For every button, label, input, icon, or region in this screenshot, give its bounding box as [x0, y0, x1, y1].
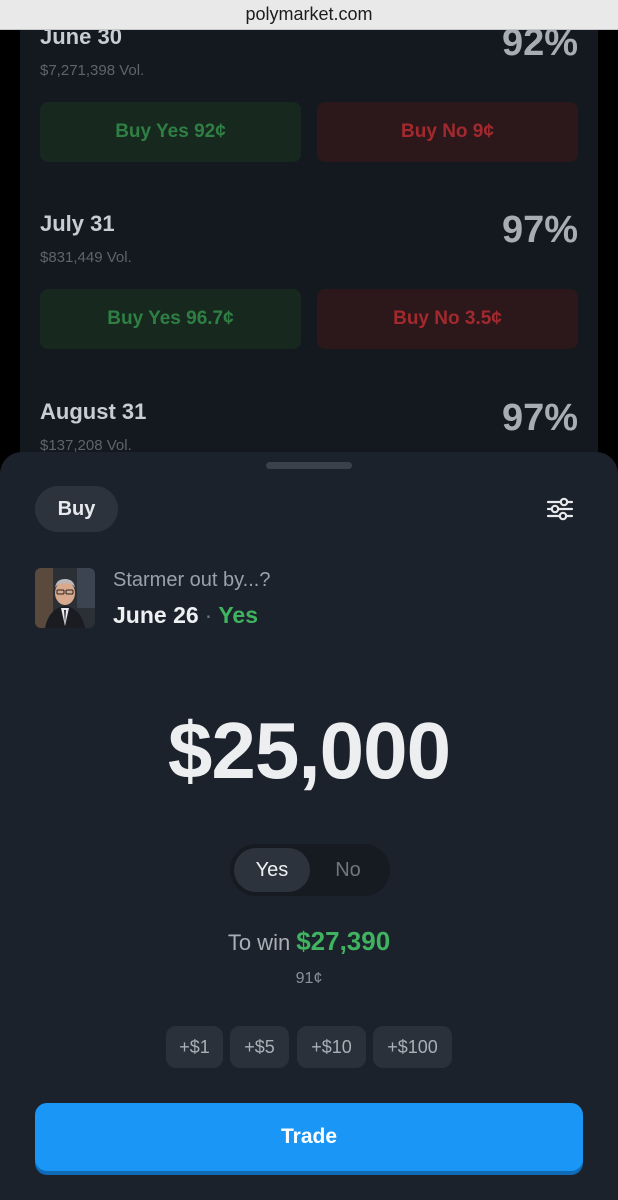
market-percent: 92%: [501, 30, 578, 64]
market-title: August 31: [40, 399, 147, 424]
quick-amount-chips: +$1 +$5 +$10 +$100: [0, 1026, 618, 1070]
trade-sheet: Buy Starmer out by...? June 26 · Yes $25,0…: [0, 452, 618, 1200]
sheet-drag-handle[interactable]: [266, 462, 352, 469]
market-percent: 97%: [501, 209, 578, 251]
toggle-yes[interactable]: Yes: [234, 848, 310, 892]
market-row[interactable]: August 31 $137,208 Vol. 97%: [40, 397, 578, 454]
buy-yes-button[interactable]: Buy Yes 92¢: [40, 102, 301, 162]
separator-dot: ·: [204, 602, 213, 628]
market-row[interactable]: July 31 $831,449 Vol. 97% Buy Yes 96.7¢ …: [40, 209, 578, 349]
outcome-side: Yes: [218, 602, 258, 628]
to-win-row: To win $27,390: [0, 926, 618, 957]
share-price: 91¢: [295, 970, 323, 987]
browser-url-bar[interactable]: polymarket.com: [0, 0, 618, 30]
market-volume: $831,449 Vol.: [40, 249, 132, 266]
chip-add-1[interactable]: +$1: [166, 1026, 223, 1068]
yes-no-toggle: Yes No: [230, 844, 390, 896]
market-volume: $7,271,398 Vol.: [40, 62, 145, 79]
market-title: June 30: [40, 30, 122, 49]
selected-outcome: June 26 · Yes: [113, 602, 258, 629]
market-percent: 97%: [501, 397, 578, 439]
chip-add-10[interactable]: +$10: [297, 1026, 366, 1068]
toggle-no[interactable]: No: [310, 848, 386, 892]
amount-display[interactable]: $25,000: [0, 705, 618, 797]
buy-mode-button[interactable]: Buy: [35, 486, 118, 532]
buy-yes-button[interactable]: Buy Yes 96.7¢: [40, 289, 301, 349]
market-question: Starmer out by...?: [113, 569, 271, 591]
trade-button[interactable]: Trade: [35, 1103, 583, 1171]
market-list: June 30 $7,271,398 Vol. 92% Buy Yes 92¢ …: [20, 30, 598, 470]
buy-no-button[interactable]: Buy No 9¢: [317, 102, 578, 162]
to-win-label: To win: [227, 930, 291, 955]
buy-no-button[interactable]: Buy No 3.5¢: [317, 289, 578, 349]
market-avatar: [35, 568, 95, 628]
to-win-value: $27,390: [296, 926, 391, 956]
outcome-label: June 26: [113, 602, 199, 628]
chip-add-5[interactable]: +$5: [230, 1026, 289, 1068]
market-row[interactable]: June 30 $7,271,398 Vol. 92% Buy Yes 92¢ …: [40, 30, 578, 162]
url-text: polymarket.com: [245, 4, 373, 24]
market-title: July 31: [40, 211, 115, 236]
sliders-icon[interactable]: [546, 496, 574, 522]
chip-add-100[interactable]: +$100: [373, 1026, 452, 1068]
